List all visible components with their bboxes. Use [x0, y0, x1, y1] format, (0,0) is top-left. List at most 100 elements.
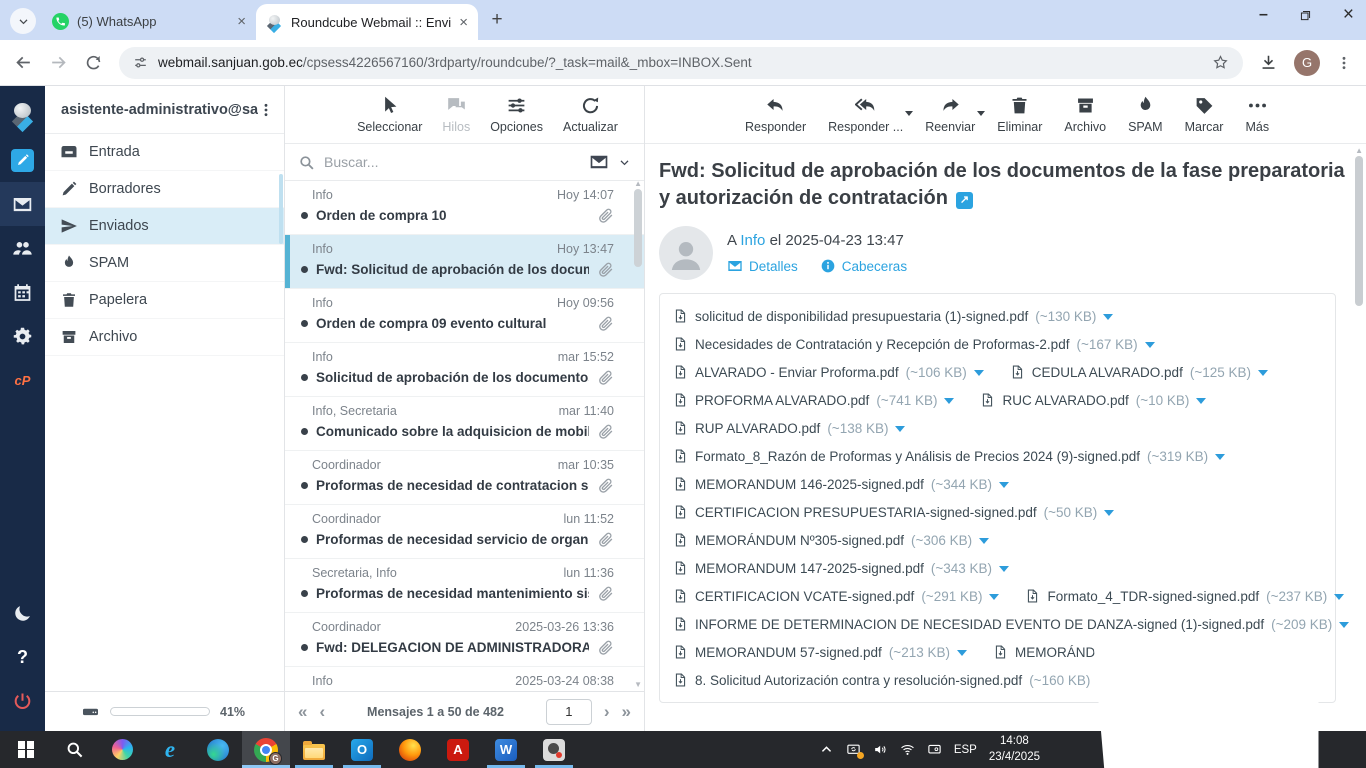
- taskbar-ie-button[interactable]: e: [146, 731, 194, 768]
- list-scroll-down-icon[interactable]: ▼: [634, 680, 642, 689]
- window-close-button[interactable]: ×: [1343, 4, 1354, 26]
- downloads-icon[interactable]: [1259, 53, 1278, 72]
- folder-borradores[interactable]: Borradores: [45, 171, 284, 208]
- rail-cpanel-button[interactable]: cP: [0, 358, 45, 402]
- search-scope-envelope-icon[interactable]: [589, 152, 609, 172]
- windows-update-icon[interactable]: [846, 742, 861, 757]
- list-scroll-up-icon[interactable]: ▲: [634, 181, 642, 188]
- message-list-item[interactable]: InfoHoy 13:47Fwd: Solicitud de aprobació…: [285, 235, 644, 289]
- taskbar-outlook-button[interactable]: O: [338, 731, 386, 768]
- taskbar-acrobat-button[interactable]: A: [434, 731, 482, 768]
- headers-toggle[interactable]: Cabeceras: [820, 258, 907, 274]
- attachment-menu-caret[interactable]: [999, 482, 1009, 493]
- message-list-item[interactable]: InfoHoy 09:56Orden de compra 09 evento c…: [285, 289, 644, 343]
- bookmark-star-icon[interactable]: [1212, 54, 1229, 71]
- tab-close-icon[interactable]: ×: [237, 14, 246, 29]
- taskbar-edge-button[interactable]: [194, 731, 242, 768]
- folder-archivo[interactable]: Archivo: [45, 319, 284, 356]
- attachment-item[interactable]: ALVARADO - Enviar Proforma.pdf(~106 KB): [673, 363, 984, 381]
- forward-button[interactable]: Reenviar: [925, 95, 975, 134]
- language-indicator[interactable]: ESP: [954, 744, 977, 756]
- options-button[interactable]: Opciones: [490, 95, 543, 134]
- start-button[interactable]: [2, 731, 50, 768]
- folder-papelera[interactable]: Papelera: [45, 282, 284, 319]
- message-list-item[interactable]: Info2025-03-24 08:38: [285, 667, 644, 691]
- message-list-item[interactable]: Infomar 15:52Solicitud de aprobación de …: [285, 343, 644, 397]
- attachment-menu-caret[interactable]: [974, 370, 984, 381]
- refresh-button[interactable]: Actualizar: [563, 95, 618, 134]
- forward-button[interactable]: [49, 53, 68, 72]
- attachment-item[interactable]: RUC ALVARADO.pdf(~10 KB): [980, 391, 1206, 409]
- reply-button[interactable]: Responder: [745, 95, 806, 134]
- more-button[interactable]: Más: [1245, 95, 1269, 134]
- taskbar-java-app-button[interactable]: [530, 731, 578, 768]
- rail-mail-button[interactable]: [0, 182, 45, 226]
- taskbar-word-button[interactable]: W: [482, 731, 530, 768]
- taskbar-explorer-button[interactable]: [290, 731, 338, 768]
- attachment-menu-caret[interactable]: [895, 426, 905, 437]
- message-list-item[interactable]: Coordinadorlun 11:52Proformas de necesid…: [285, 505, 644, 559]
- account-menu-kebab-icon[interactable]: [258, 102, 274, 118]
- reload-button[interactable]: [84, 53, 103, 72]
- attachment-item[interactable]: 8. Solicitud Autorización contra y resol…: [673, 671, 1107, 689]
- back-button[interactable]: [14, 53, 33, 72]
- logout-button[interactable]: [0, 679, 45, 723]
- site-info-icon[interactable]: [133, 55, 148, 70]
- taskbar-search-button[interactable]: [50, 731, 98, 768]
- search-options-chevron-icon[interactable]: [618, 156, 631, 169]
- attachment-item[interactable]: Necesidades de Contratación y Recepción …: [673, 335, 1155, 353]
- next-page-button[interactable]: ›: [604, 703, 610, 720]
- list-scroll-thumb[interactable]: [634, 189, 642, 267]
- clock[interactable]: 14:0823/4/2025: [989, 734, 1040, 765]
- folder-entrada[interactable]: Entrada: [45, 134, 284, 171]
- attachment-menu-caret[interactable]: [1258, 370, 1268, 381]
- details-toggle[interactable]: Detalles: [727, 258, 798, 274]
- tab-list-chevron-icon[interactable]: [10, 8, 36, 34]
- folder-enviados[interactable]: Enviados: [45, 208, 284, 245]
- recipient-link[interactable]: Info: [740, 232, 765, 249]
- dropdown-caret-icon[interactable]: [905, 111, 913, 120]
- reply-all-button[interactable]: Responder ...: [828, 95, 903, 134]
- search-input[interactable]: [324, 154, 580, 170]
- compose-button[interactable]: [0, 138, 45, 182]
- message-list-item[interactable]: Info, Secretariamar 11:40Comunicado sobr…: [285, 397, 644, 451]
- rail-contacts-button[interactable]: [0, 226, 45, 270]
- attachment-item[interactable]: PROFORMA ALVARADO.pdf(~741 KB): [673, 391, 954, 409]
- archive-button[interactable]: Archivo: [1064, 95, 1106, 134]
- mark-button[interactable]: Marcar: [1185, 95, 1224, 134]
- folder-scrollbar-thumb[interactable]: [279, 174, 283, 244]
- attachment-menu-caret[interactable]: [1196, 398, 1206, 409]
- message-list-item[interactable]: InfoHoy 14:07Orden de compra 10: [285, 181, 644, 235]
- attachment-menu-caret[interactable]: [1104, 510, 1114, 521]
- attachment-item[interactable]: solicitud de disponibilidad presupuestar…: [673, 307, 1113, 325]
- attachment-item[interactable]: MEMORANDUM 146-2025-signed.pdf(~344 KB): [673, 475, 1009, 493]
- attachment-menu-caret[interactable]: [1215, 454, 1225, 465]
- dropdown-caret-icon[interactable]: [977, 111, 985, 120]
- notification-center-button[interactable]: 3: [1056, 600, 1356, 768]
- browser-menu-icon[interactable]: [1336, 55, 1352, 71]
- taskbar-chrome-button[interactable]: G: [242, 731, 290, 768]
- open-in-new-window-icon[interactable]: ↗: [956, 192, 973, 209]
- attachment-menu-caret[interactable]: [999, 566, 1009, 577]
- volume-icon[interactable]: [873, 742, 888, 757]
- delete-button[interactable]: Eliminar: [997, 95, 1042, 134]
- folder-spam[interactable]: SPAM: [45, 245, 284, 282]
- attachment-menu-caret[interactable]: [979, 538, 989, 549]
- spam-button[interactable]: SPAM: [1128, 95, 1163, 134]
- attachment-item[interactable]: CERTIFICACION VCATE-signed.pdf(~291 KB): [673, 587, 999, 605]
- attachment-item[interactable]: RUP ALVARADO.pdf(~138 KB): [673, 419, 905, 437]
- taskbar-copilot-button[interactable]: [98, 731, 146, 768]
- help-button[interactable]: ?: [0, 635, 45, 679]
- message-list-item[interactable]: Coordinadormar 10:35Proformas de necesid…: [285, 451, 644, 505]
- attachment-item[interactable]: MEMORANDUM 57-signed.pdf(~213 KB): [673, 643, 967, 661]
- taskbar-firefox-button[interactable]: [386, 731, 434, 768]
- attachment-menu-caret[interactable]: [989, 594, 999, 605]
- wifi-icon[interactable]: [900, 742, 915, 757]
- select-button[interactable]: Seleccionar: [357, 95, 422, 134]
- last-page-button[interactable]: »: [622, 703, 631, 720]
- attachment-item[interactable]: MEMORANDUM 147-2025-signed.pdf(~343 KB): [673, 559, 1009, 577]
- attachment-item[interactable]: Formato_8_Razón de Proformas y Análisis …: [673, 447, 1225, 465]
- view-scroll-thumb[interactable]: [1355, 156, 1363, 306]
- attachment-menu-caret[interactable]: [944, 398, 954, 409]
- threads-button[interactable]: Hilos: [442, 95, 470, 134]
